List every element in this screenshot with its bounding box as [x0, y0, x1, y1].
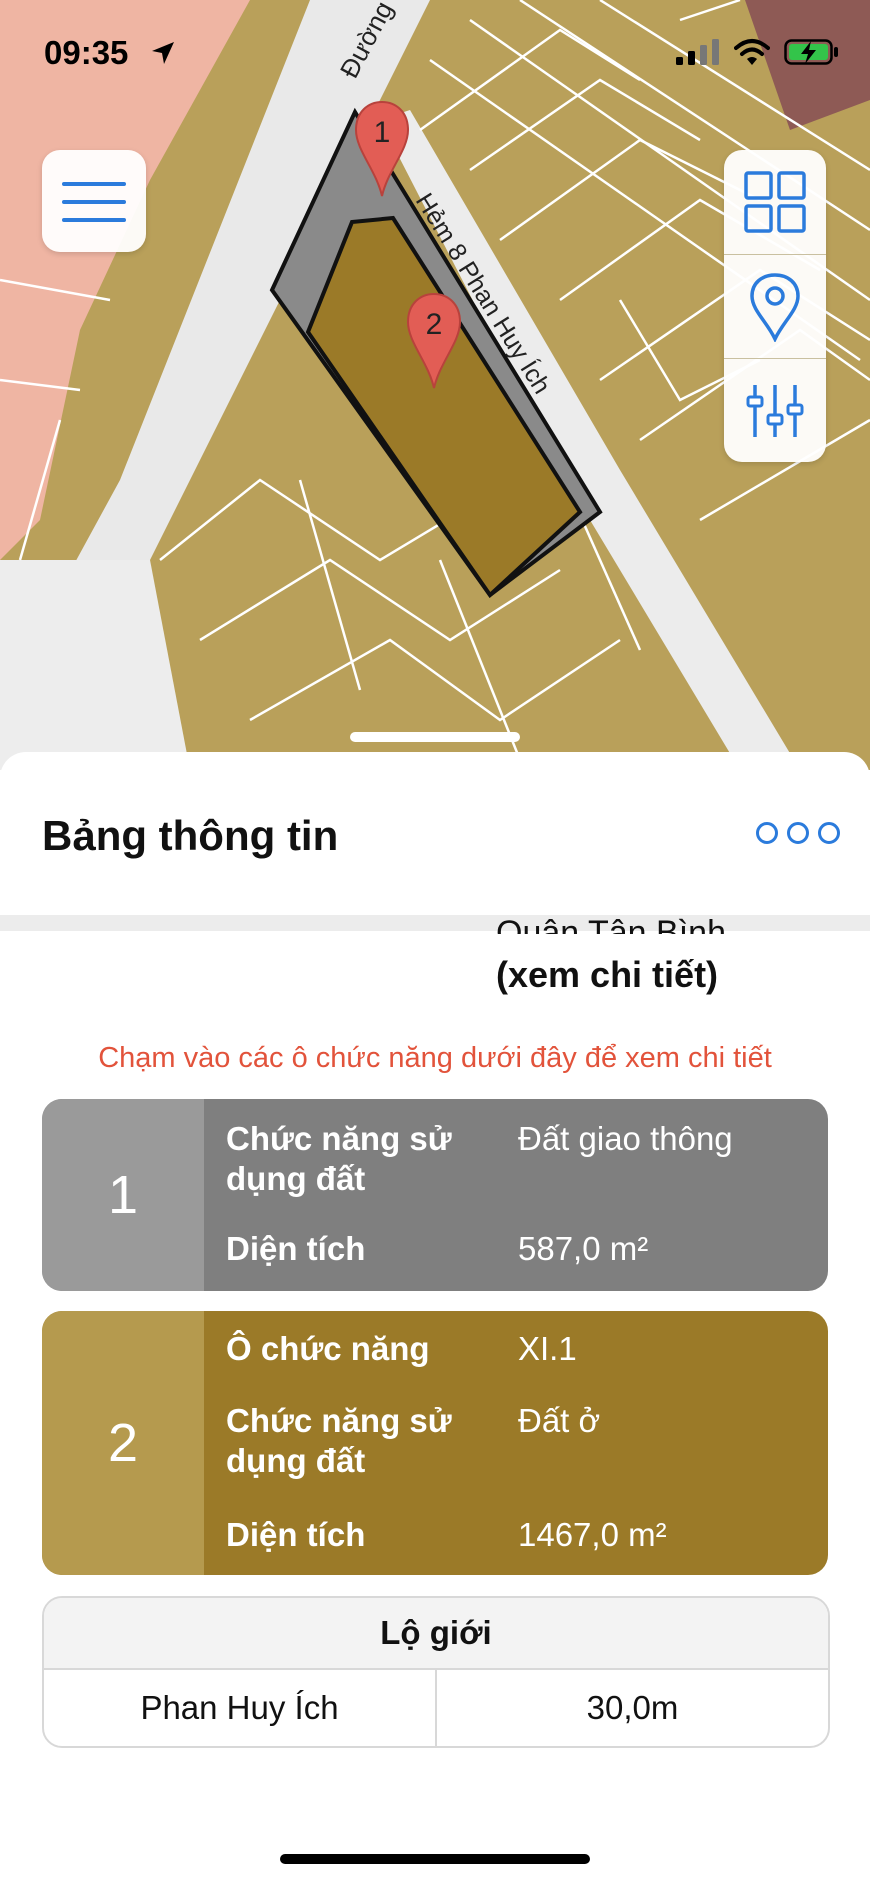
land-use-label: Chức năng sử dụng đất [226, 1402, 452, 1479]
table-row: Phan Huy Ích 30,0m [44, 1670, 828, 1746]
menu-button[interactable] [42, 150, 146, 252]
map-pin-icon [750, 273, 800, 342]
wifi-icon [734, 39, 770, 65]
district-label: Quận Tân Bình [496, 914, 726, 934]
zone-label: Ô chức năng [226, 1330, 430, 1367]
zone-value: XI.1 [518, 1330, 577, 1367]
land-use-card-2[interactable]: 2 Ô chức năng XI.1 Chức năng sử dụng đất… [42, 1311, 828, 1575]
more-dot-icon [756, 822, 778, 844]
area-label: Diện tích [226, 1516, 366, 1553]
home-indicator[interactable] [280, 1854, 590, 1864]
sheet-grabber[interactable] [350, 732, 520, 742]
land-use-label: Chức năng sử dụng đất [226, 1120, 452, 1197]
status-bar: 09:35 [0, 0, 870, 110]
card-number: 2 [42, 1311, 204, 1575]
land-use-value: Đất ở [518, 1402, 601, 1439]
road-width-cell: 30,0m [435, 1670, 828, 1746]
grid-layers-icon [744, 171, 806, 233]
sliders-filter-icon [746, 385, 804, 437]
district-text: Quận Tân Bình [496, 900, 796, 934]
more-dot-icon [818, 822, 840, 844]
status-time: 09:35 [44, 34, 129, 71]
cellular-signal-icon [676, 39, 719, 65]
filter-button[interactable] [724, 358, 826, 463]
road-name-cell: Phan Huy Ích [140, 1689, 339, 1726]
view-detail-link[interactable]: (xem chi tiết) [496, 954, 718, 996]
map-tool-group [724, 150, 826, 462]
area-label: Diện tích [226, 1230, 366, 1267]
battery-charging-icon [784, 39, 838, 65]
locate-button[interactable] [724, 254, 826, 359]
marker-1-label: 1 [374, 116, 391, 149]
area-value: 1467,0 m² [518, 1516, 667, 1553]
land-use-card-1[interactable]: 1 Chức năng sử dụng đất Đất giao thông D… [42, 1099, 828, 1291]
land-use-value: Đất giao thông [518, 1120, 733, 1157]
sheet-title: Bảng thông tin [42, 812, 339, 859]
hint-text: Chạm vào các ô chức năng dưới đây để xem… [98, 1042, 772, 1074]
location-arrow-icon [152, 42, 174, 64]
card-number: 1 [42, 1099, 204, 1291]
marker-2-label: 2 [426, 308, 443, 341]
more-dot-icon [787, 822, 809, 844]
layers-button[interactable] [724, 150, 826, 254]
road-boundary-header: Lộ giới [44, 1598, 828, 1670]
road-boundary-table: Lộ giới Phan Huy Ích 30,0m [42, 1596, 830, 1748]
area-value: 587,0 m² [518, 1230, 649, 1267]
more-options-button[interactable] [756, 822, 840, 844]
